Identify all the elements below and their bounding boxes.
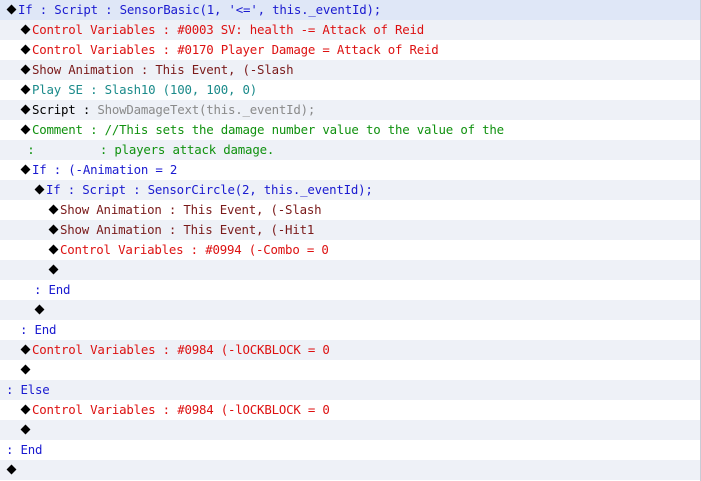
command-text: Script : bbox=[32, 102, 98, 117]
command-diamond-icon bbox=[48, 240, 60, 260]
event-command-row[interactable] bbox=[0, 460, 700, 480]
command-diamond-icon bbox=[48, 220, 60, 240]
event-command-row[interactable]: Show Animation : This Event, (-Hit1 bbox=[0, 220, 700, 240]
event-command-row[interactable]: Play SE : Slash10 (100, 100, 0) bbox=[0, 80, 700, 100]
event-command-row[interactable]: Script : ShowDamageText(this._eventId); bbox=[0, 100, 700, 120]
event-command-content: Comment : //This sets the damage number … bbox=[20, 120, 504, 140]
event-command-content: Show Animation : This Event, (-Hit1 bbox=[48, 220, 314, 240]
event-command-content: : : players attack damage. bbox=[20, 140, 274, 160]
command-diamond-icon bbox=[48, 200, 60, 220]
command-text: ShowDamageText(this._eventId); bbox=[97, 102, 316, 117]
command-text: If : Script : SensorCircle(2, this._even… bbox=[46, 182, 373, 197]
event-command-row[interactable]: If : (-Animation = 2 bbox=[0, 160, 700, 180]
event-command-content: Control Variables : #0984 (-lOCKBLOCK = … bbox=[20, 340, 330, 360]
event-command-row[interactable]: : Else bbox=[0, 380, 700, 400]
command-text: If : Script : SensorBasic(1, '<=', this.… bbox=[18, 2, 381, 17]
event-command-content: : Else bbox=[6, 380, 50, 400]
event-command-content: : End bbox=[6, 440, 43, 460]
event-command-content bbox=[48, 260, 60, 280]
event-command-row[interactable]: Show Animation : This Event, (-Slash bbox=[0, 200, 700, 220]
event-command-list[interactable]: If : Script : SensorBasic(1, '<=', this.… bbox=[0, 0, 701, 481]
event-command-row[interactable]: If : Script : SensorBasic(1, '<=', this.… bbox=[0, 0, 700, 20]
event-command-row[interactable] bbox=[0, 420, 700, 440]
event-command-row[interactable]: Comment : //This sets the damage number … bbox=[0, 120, 700, 140]
event-command-content: Script : ShowDamageText(this._eventId); bbox=[20, 100, 315, 120]
command-text: Comment : //This sets the damage number … bbox=[32, 122, 504, 137]
event-command-content: Show Animation : This Event, (-Slash bbox=[48, 200, 322, 220]
command-text: Play SE : Slash10 (100, 100, 0) bbox=[32, 82, 258, 97]
command-text: Show Animation : This Event, (-Slash bbox=[60, 202, 322, 217]
command-diamond-icon bbox=[34, 180, 46, 200]
command-diamond-icon bbox=[20, 160, 32, 180]
command-text: : End bbox=[6, 442, 43, 457]
event-command-row[interactable]: Show Animation : This Event, (-Slash bbox=[0, 60, 700, 80]
event-command-content: : End bbox=[34, 280, 71, 300]
event-command-content: Play SE : Slash10 (100, 100, 0) bbox=[20, 80, 257, 100]
event-command-content: Control Variables : #0170 Player Damage … bbox=[20, 40, 439, 60]
event-command-content: Control Variables : #0994 (-Combo = 0 bbox=[48, 240, 329, 260]
event-command-row[interactable]: If : Script : SensorCircle(2, this._even… bbox=[0, 180, 700, 200]
command-text: : End bbox=[20, 322, 57, 337]
event-command-row[interactable] bbox=[0, 300, 700, 320]
command-diamond-icon bbox=[20, 20, 32, 40]
event-command-content bbox=[20, 360, 32, 380]
event-command-row[interactable] bbox=[0, 360, 700, 380]
command-text: Control Variables : #0984 (-lOCKBLOCK = … bbox=[32, 342, 330, 357]
command-diamond-icon bbox=[20, 120, 32, 140]
command-diamond-icon bbox=[20, 400, 32, 420]
event-command-row[interactable]: Control Variables : #0003 SV: health -= … bbox=[0, 20, 700, 40]
command-text: Control Variables : #0170 Player Damage … bbox=[32, 42, 439, 57]
command-text: Show Animation : This Event, (-Slash bbox=[32, 62, 294, 77]
event-command-row[interactable]: Control Variables : #0170 Player Damage … bbox=[0, 40, 700, 60]
event-command-content: Show Animation : This Event, (-Slash bbox=[20, 60, 294, 80]
event-command-content: If : (-Animation = 2 bbox=[20, 160, 177, 180]
command-text: Control Variables : #0994 (-Combo = 0 bbox=[60, 242, 329, 257]
command-diamond-icon bbox=[20, 360, 32, 380]
command-diamond-icon bbox=[6, 0, 18, 20]
event-command-content bbox=[20, 420, 32, 440]
command-text: : Else bbox=[6, 382, 50, 397]
event-command-content bbox=[34, 300, 46, 320]
event-command-content: Control Variables : #0984 (-lOCKBLOCK = … bbox=[20, 400, 330, 420]
command-diamond-icon bbox=[6, 460, 18, 480]
command-text: If : (-Animation = 2 bbox=[32, 162, 178, 177]
event-command-row[interactable]: : : players attack damage. bbox=[0, 140, 700, 160]
command-diamond-icon bbox=[48, 260, 60, 280]
command-text: Control Variables : #0984 (-lOCKBLOCK = … bbox=[32, 402, 330, 417]
event-command-row[interactable]: : End bbox=[0, 440, 700, 460]
event-command-content: If : Script : SensorBasic(1, '<=', this.… bbox=[6, 0, 381, 20]
event-command-row[interactable] bbox=[0, 260, 700, 280]
command-diamond-icon bbox=[20, 80, 32, 100]
event-command-row[interactable]: Control Variables : #0984 (-lOCKBLOCK = … bbox=[0, 400, 700, 420]
command-diamond-icon bbox=[20, 420, 32, 440]
event-command-content bbox=[6, 460, 18, 480]
command-diamond-icon bbox=[34, 300, 46, 320]
command-diamond-icon bbox=[20, 40, 32, 60]
command-text: : End bbox=[34, 282, 71, 297]
event-command-row[interactable]: Control Variables : #0994 (-Combo = 0 bbox=[0, 240, 700, 260]
event-command-content: Control Variables : #0003 SV: health -= … bbox=[20, 20, 424, 40]
command-diamond-icon bbox=[20, 100, 32, 120]
event-command-content: : End bbox=[20, 320, 57, 340]
command-text: Control Variables : #0003 SV: health -= … bbox=[32, 22, 425, 37]
event-command-row[interactable]: : End bbox=[0, 280, 700, 300]
command-text: : : players attack damage. bbox=[20, 142, 275, 157]
command-text: Show Animation : This Event, (-Hit1 bbox=[60, 222, 315, 237]
event-command-row[interactable]: : End bbox=[0, 320, 700, 340]
event-command-content: If : Script : SensorCircle(2, this._even… bbox=[34, 180, 373, 200]
event-command-row[interactable]: Control Variables : #0984 (-lOCKBLOCK = … bbox=[0, 340, 700, 360]
command-diamond-icon bbox=[20, 340, 32, 360]
command-diamond-icon bbox=[20, 60, 32, 80]
